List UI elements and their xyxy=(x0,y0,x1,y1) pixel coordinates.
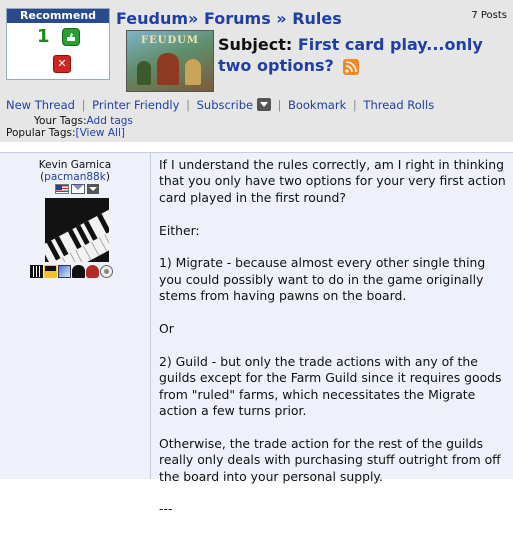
printer-friendly-link[interactable]: Printer Friendly xyxy=(92,98,179,112)
badge-icon[interactable] xyxy=(72,265,85,278)
thumbs-down-icon[interactable]: ✕ xyxy=(53,55,71,73)
badge-icon[interactable] xyxy=(86,265,99,278)
graduation-cap-icon[interactable] xyxy=(44,265,57,278)
post-paragraph: If I understand the rules correctly, am … xyxy=(159,157,506,205)
thread-toolbar: New Thread | Printer Friendly | Subscrib… xyxy=(6,98,434,112)
recommend-box: Recommend 1 ✕ xyxy=(6,8,110,80)
game-box-art[interactable]: FEUDUM xyxy=(126,30,214,92)
rss-icon[interactable] xyxy=(343,58,360,75)
author-handle: (pacman88k) xyxy=(0,171,150,183)
bookmark-link[interactable]: Bookmark xyxy=(288,98,346,112)
thread-rolls-link[interactable]: Thread Rolls xyxy=(363,98,434,112)
recommend-title: Recommend xyxy=(7,9,109,23)
add-tags-link[interactable]: Add tags xyxy=(87,115,133,127)
post-paragraph: Or xyxy=(159,321,174,337)
breadcrumb-sep: » xyxy=(188,9,199,28)
post-body: If I understand the rules correctly, am … xyxy=(159,157,507,534)
coin-icon[interactable] xyxy=(100,265,113,278)
tags-section: Your Tags:Add tags Popular Tags:[View Al… xyxy=(6,115,133,139)
subscribe-dropdown-icon[interactable] xyxy=(256,98,271,111)
post-paragraph: Either: xyxy=(159,222,200,238)
thread-header: Recommend 1 ✕ 7 Posts Feudum» Forums » R… xyxy=(0,0,513,142)
avatar[interactable] xyxy=(45,198,109,262)
author-handle-link[interactable]: pacman88k xyxy=(44,171,106,183)
badge-icon[interactable] xyxy=(30,265,43,278)
us-flag-icon xyxy=(55,184,69,194)
popular-tags-label: Popular Tags: xyxy=(6,127,76,139)
post-count: 7 Posts xyxy=(471,10,507,21)
section-divider xyxy=(0,142,513,152)
breadcrumb-forums[interactable]: Forums xyxy=(204,9,271,28)
subject-label: Subject: xyxy=(218,35,293,54)
toolbar-sep: | xyxy=(81,98,86,112)
post-author-panel: Kevin Garnica (pacman88k) xyxy=(0,153,151,479)
author-badges xyxy=(30,265,114,279)
post-paragraph: 1) Migrate - because almost every other … xyxy=(159,255,486,304)
user-menu-dropdown-icon[interactable] xyxy=(87,184,99,194)
forum-post: Kevin Garnica (pacman88k) If I understan… xyxy=(0,152,513,516)
post-paragraph: --- xyxy=(159,501,173,517)
mail-icon[interactable] xyxy=(71,184,85,194)
thread-subject: Subject: First card play...only two opti… xyxy=(218,34,508,76)
badge-icon[interactable] xyxy=(58,265,71,278)
view-all-tags-link[interactable]: [View All] xyxy=(76,127,125,139)
breadcrumb-sep: » xyxy=(276,9,287,28)
breadcrumb: Feudum» Forums » Rules xyxy=(116,9,342,28)
toolbar-sep: | xyxy=(186,98,190,112)
your-tags-label: Your Tags: xyxy=(34,115,87,127)
box-art-figure xyxy=(185,59,201,85)
subscribe-link[interactable]: Subscribe xyxy=(197,98,254,112)
post-paragraph: 2) Guild - but only the trade actions wi… xyxy=(159,353,502,419)
toolbar-sep: | xyxy=(277,98,282,112)
box-art-figure xyxy=(157,53,179,85)
breadcrumb-rules[interactable]: Rules xyxy=(292,9,342,28)
breadcrumb-game[interactable]: Feudum xyxy=(116,9,188,28)
handle-paren-close: ) xyxy=(105,171,110,183)
new-thread-link[interactable]: New Thread xyxy=(6,98,75,112)
toolbar-sep: | xyxy=(352,98,357,112)
thumbs-up-icon[interactable] xyxy=(62,28,80,46)
author-icons xyxy=(55,184,99,196)
recommend-count: 1 xyxy=(37,26,50,47)
box-art-figure xyxy=(137,61,151,85)
box-art-logo: FEUDUM xyxy=(141,35,199,46)
author-name: Kevin Garnica xyxy=(38,159,112,171)
